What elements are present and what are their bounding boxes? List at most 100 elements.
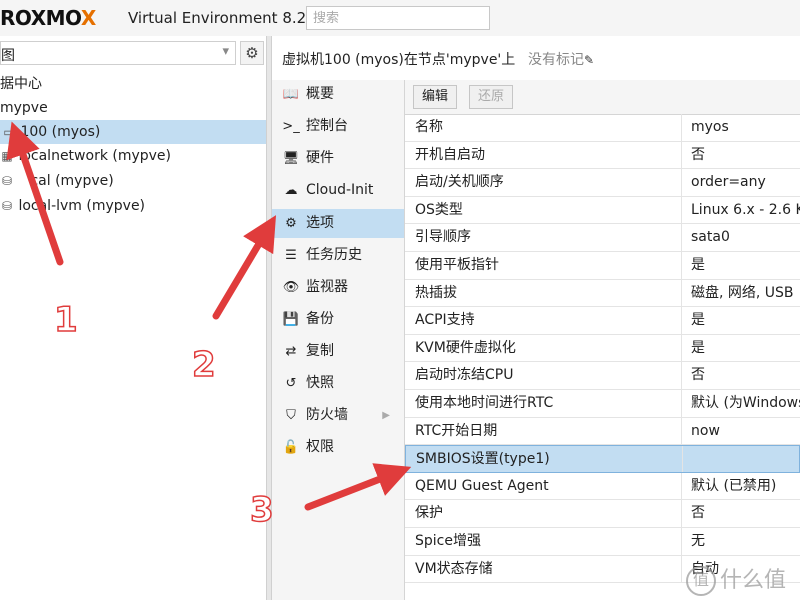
- nav-item-label: 任务历史: [306, 247, 362, 263]
- nav-item-task-history[interactable]: ☰ 任务历史: [272, 241, 404, 270]
- watermark-text: 什么值: [720, 568, 787, 593]
- option-row[interactable]: KVM硬件虚拟化 是: [405, 334, 800, 363]
- tree-item-local[interactable]: ⛁ cal (mypve): [0, 169, 266, 193]
- tree-item-node[interactable]: mypve: [0, 96, 266, 120]
- option-row[interactable]: 启动时冻结CPU 否: [405, 362, 800, 390]
- resource-tree-panel: 图 ▾ ⚙ 据中心 mypve ▭ 100 (myos) ▦ localnetw…: [0, 36, 266, 600]
- storage-icon: ⛁: [1, 174, 13, 188]
- option-row[interactable]: 开机自启动 否: [405, 141, 800, 170]
- tree-item-localnetwork[interactable]: ▦ localnetwork (mypve): [0, 144, 266, 168]
- column-divider: [681, 307, 682, 334]
- view-selector-label: 图: [1, 48, 15, 64]
- nav-item-summary[interactable]: 📖 概要: [272, 80, 404, 109]
- vm-icon: ▭: [3, 125, 15, 139]
- tree-item-label: 100 (myos): [20, 124, 101, 140]
- edit-button[interactable]: 编辑: [413, 85, 458, 109]
- option-value: Linux 6.x - 2.6 Ke: [691, 201, 800, 218]
- nav-item-label: 概要: [306, 86, 334, 102]
- column-divider: [681, 528, 682, 555]
- option-key: OS类型: [415, 201, 463, 218]
- option-row[interactable]: QEMU Guest Agent 默认 (已禁用): [405, 472, 800, 501]
- nav-item-label: 防火墙: [306, 407, 348, 423]
- nav-item-backup[interactable]: 💾 备份: [272, 305, 404, 334]
- nav-item-label: 快照: [306, 375, 334, 391]
- book-icon: 📖: [282, 87, 300, 102]
- option-row[interactable]: 引导顺序 sata0: [405, 224, 800, 252]
- column-divider: [681, 252, 682, 279]
- nav-item-label: 硬件: [306, 150, 334, 166]
- tree-item-label: mypve: [0, 100, 48, 116]
- option-value: sata0: [691, 229, 730, 246]
- option-row[interactable]: 使用本地时间进行RTC 默认 (为Windows: [405, 390, 800, 418]
- watermark-logo: 值: [686, 566, 716, 596]
- option-row[interactable]: SMBIOS设置(type1): [405, 445, 800, 473]
- unlock-icon: 🔓: [282, 440, 300, 455]
- column-divider: [681, 362, 682, 389]
- option-row[interactable]: RTC开始日期 now: [405, 417, 800, 446]
- option-value: 否: [691, 146, 705, 163]
- cloud-icon: ☁: [284, 183, 298, 198]
- option-value: 默认 (为Windows: [691, 395, 800, 411]
- option-row[interactable]: OS类型 Linux 6.x - 2.6 Ke: [405, 196, 800, 225]
- option-row[interactable]: Spice增强 无: [405, 528, 800, 556]
- nav-item-hardware[interactable]: 🖥 硬件: [272, 144, 404, 173]
- option-key: 保护: [415, 505, 443, 522]
- nav-item-label: 备份: [306, 311, 334, 327]
- nav-item-label: 复制: [306, 343, 334, 359]
- gear-icon: ⚙: [285, 216, 297, 231]
- option-value: 否: [691, 505, 705, 522]
- option-row[interactable]: 启动/关机顺序 order=any: [405, 169, 800, 197]
- main-panel: 虚拟机100 (myos)在节点'mypve'上 没有标记✎ 📖 概要 >_ 控制台…: [272, 36, 800, 600]
- column-divider: [681, 279, 682, 307]
- gear-icon: ⚙: [245, 44, 259, 62]
- nav-item-monitor[interactable]: 👁 监视器: [272, 273, 404, 302]
- column-divider: [681, 472, 682, 500]
- option-row[interactable]: 使用平板指针 是: [405, 252, 800, 280]
- nav-item-cloud-init[interactable]: ☁ Cloud-Init: [272, 176, 404, 205]
- tags-editor[interactable]: 没有标记✎: [528, 49, 594, 69]
- option-key: 使用本地时间进行RTC: [415, 395, 554, 411]
- revert-button[interactable]: 还原: [469, 85, 514, 109]
- tree-item-vm-100[interactable]: ▭ 100 (myos): [0, 120, 266, 144]
- option-row[interactable]: 热插拔 磁盘, 网络, USB: [405, 279, 800, 308]
- option-row[interactable]: ACPI支持 是: [405, 307, 800, 335]
- view-selector[interactable]: 图 ▾: [0, 41, 236, 65]
- tree-item-local-lvm[interactable]: ⛁ local-lvm (mypve): [0, 194, 266, 218]
- tree-item-label: localnetwork (mypve): [18, 148, 172, 164]
- tree-item-label: local-lvm (mypve): [18, 198, 146, 214]
- nav-item-snapshots[interactable]: ↺ 快照: [272, 369, 404, 398]
- option-key: 引导顺序: [415, 229, 471, 246]
- nav-item-options[interactable]: ⚙ 选项: [272, 209, 404, 238]
- shield-icon: ⛉: [286, 408, 296, 423]
- app-header: ROXMOX Virtual Environment 8.2.2: [0, 0, 800, 37]
- view-selector-bar: 图 ▾ ⚙: [0, 39, 266, 69]
- option-row[interactable]: 名称 myos: [405, 114, 800, 142]
- tree-settings-button[interactable]: ⚙: [240, 41, 264, 65]
- option-key: VM状态存储: [415, 560, 493, 577]
- option-key: 热插拔: [415, 284, 457, 301]
- option-value: 否: [691, 367, 705, 384]
- column-divider: [681, 500, 682, 527]
- option-key: 使用平板指针: [415, 257, 499, 273]
- nav-item-permissions[interactable]: 🔓 权限: [272, 433, 404, 462]
- nav-item-label: Cloud-Init: [306, 182, 374, 198]
- column-divider: [681, 196, 682, 224]
- option-row[interactable]: 保护 否: [405, 500, 800, 528]
- storage-icon: ⛁: [1, 199, 13, 213]
- option-key: RTC开始日期: [415, 422, 498, 439]
- expand-arrow-icon[interactable]: ▶: [382, 401, 390, 430]
- option-value: now: [691, 422, 720, 439]
- desktop-icon: 🖥: [282, 151, 300, 166]
- search-input[interactable]: [306, 6, 490, 30]
- annotation-number-2: 2: [191, 344, 216, 386]
- nav-item-console[interactable]: >_ 控制台: [272, 112, 404, 141]
- tree-item-label: cal (mypve): [30, 173, 114, 189]
- nav-item-firewall[interactable]: ⛉ 防火墙 ▶: [272, 401, 404, 430]
- pencil-icon[interactable]: ✎: [584, 53, 594, 67]
- nav-item-replication[interactable]: ⇄ 复制: [272, 337, 404, 366]
- tags-label: 没有标记: [528, 52, 584, 68]
- tree-item-datacenter[interactable]: 据中心: [0, 72, 266, 96]
- option-value: 无: [691, 533, 705, 549]
- logo-text: ROXMO: [0, 6, 81, 30]
- proxmox-logo[interactable]: ROXMOX: [0, 6, 96, 30]
